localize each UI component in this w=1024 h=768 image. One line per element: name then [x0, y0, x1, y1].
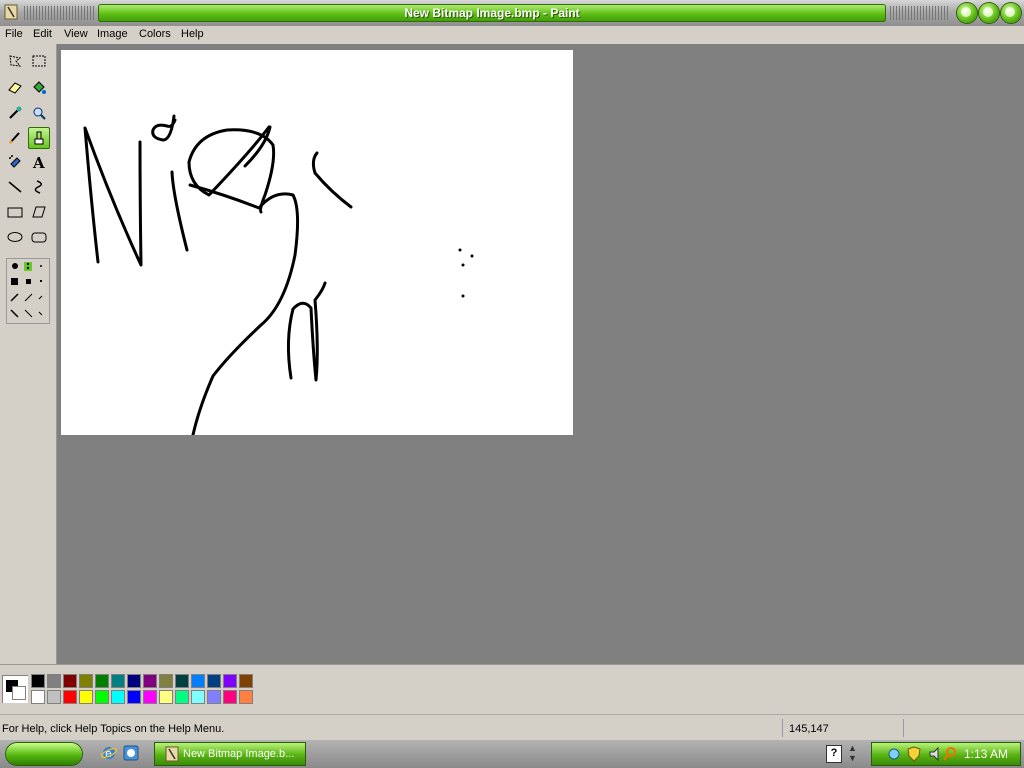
brush-shape-options-icon[interactable]	[7, 259, 49, 323]
color-swatch[interactable]	[79, 674, 93, 688]
status-divider	[782, 719, 783, 737]
title-bar[interactable]: New Bitmap Image.bmp - Paint	[0, 0, 1024, 26]
color-swatch[interactable]	[239, 674, 253, 688]
taskbar: e New Bitmap Image.b... ? ▲ ▼ 1:13 AM	[0, 740, 1024, 768]
ellipse-tool-icon[interactable]	[4, 226, 26, 248]
color-swatch[interactable]	[175, 674, 189, 688]
paint-app-icon[interactable]	[4, 4, 18, 20]
line-tool-icon[interactable]	[4, 176, 26, 198]
taskbar-paint-button[interactable]: New Bitmap Image.b...	[155, 743, 305, 765]
color-box	[0, 664, 1024, 715]
close-button[interactable]	[1001, 3, 1021, 23]
volume-icon[interactable]	[928, 746, 942, 762]
color-swatch[interactable]	[223, 674, 237, 688]
paint-task-icon	[165, 746, 179, 762]
color-swatch[interactable]	[95, 690, 109, 704]
color-swatch[interactable]	[127, 690, 141, 704]
canvas-drawing	[83, 114, 474, 437]
taskbar-paint-label: New Bitmap Image.b...	[183, 748, 295, 760]
free-form-select-tool-icon[interactable]	[4, 50, 26, 72]
status-bar: For Help, click Help Topics on the Help …	[0, 714, 1024, 741]
tool-box: A	[0, 44, 57, 664]
brush-options-panel[interactable]	[6, 258, 50, 324]
color-swatch[interactable]	[111, 690, 125, 704]
brush-tool-icon[interactable]	[28, 127, 50, 149]
menu-bar: File Edit View Image Colors Help	[0, 26, 1024, 44]
color-swatch[interactable]	[31, 690, 45, 704]
help-tray-icon[interactable]: ?	[826, 745, 842, 763]
polygon-tool-icon[interactable]	[28, 201, 50, 223]
current-colors[interactable]	[2, 675, 28, 703]
show-desktop-icon[interactable]	[122, 744, 140, 762]
menu-edit[interactable]: Edit	[33, 28, 52, 40]
color-swatch[interactable]	[159, 674, 173, 688]
network-icon[interactable]	[886, 746, 902, 762]
magnifier-tool-icon[interactable]	[28, 102, 50, 124]
color-swatch[interactable]	[143, 674, 157, 688]
color-swatch[interactable]	[143, 690, 157, 704]
minimize-button[interactable]	[957, 3, 977, 23]
tray-expand-icon[interactable]: ▲ ▼	[848, 743, 857, 763]
color-swatch[interactable]	[47, 690, 61, 704]
pencil-tool-icon[interactable]	[4, 127, 26, 149]
menu-help[interactable]: Help	[181, 28, 204, 40]
maximize-button[interactable]	[979, 3, 999, 23]
color-swatch[interactable]	[127, 674, 141, 688]
color-swatch[interactable]	[95, 674, 109, 688]
color-swatch[interactable]	[47, 674, 61, 688]
window-title: New Bitmap Image.bmp - Paint	[404, 6, 580, 20]
color-swatch[interactable]	[175, 690, 189, 704]
status-help-text: For Help, click Help Topics on the Help …	[2, 723, 225, 735]
status-divider	[903, 719, 904, 737]
color-swatch[interactable]	[191, 690, 205, 704]
color-swatch[interactable]	[63, 674, 77, 688]
color-swatch[interactable]	[111, 674, 125, 688]
color-swatch[interactable]	[191, 674, 205, 688]
menu-view[interactable]: View	[64, 28, 88, 40]
color-swatch[interactable]	[207, 690, 221, 704]
menu-image[interactable]: Image	[97, 28, 128, 40]
title-strip: New Bitmap Image.bmp - Paint	[98, 4, 886, 22]
color-swatch[interactable]	[223, 690, 237, 704]
title-grip	[24, 6, 94, 20]
text-tool-icon[interactable]: A	[28, 151, 50, 173]
internet-explorer-icon[interactable]: e	[100, 744, 118, 762]
menu-colors[interactable]: Colors	[139, 28, 171, 40]
status-coordinates: 145,147	[789, 723, 829, 735]
svg-text:A: A	[32, 154, 45, 170]
fill-tool-icon[interactable]	[28, 76, 50, 98]
search-tray-icon[interactable]	[942, 746, 958, 762]
title-grip-right	[890, 6, 950, 20]
color-swatch[interactable]	[239, 690, 253, 704]
airbrush-tool-icon[interactable]	[4, 151, 26, 173]
eraser-tool-icon[interactable]	[4, 76, 26, 98]
select-tool-icon[interactable]	[28, 50, 50, 72]
menu-file[interactable]: File	[5, 28, 23, 40]
pick-color-tool-icon[interactable]	[4, 102, 26, 124]
rectangle-tool-icon[interactable]	[4, 201, 26, 223]
curve-tool-icon[interactable]	[28, 176, 50, 198]
drawing-canvas[interactable]	[61, 50, 573, 437]
system-tray: 1:13 AM	[872, 743, 1020, 765]
color-swatch[interactable]	[207, 674, 221, 688]
start-button[interactable]	[6, 743, 82, 765]
clock[interactable]: 1:13 AM	[964, 747, 1008, 761]
color-swatch[interactable]	[79, 690, 93, 704]
color-swatch[interactable]	[159, 690, 173, 704]
rounded-rectangle-tool-icon[interactable]	[28, 226, 50, 248]
background-color[interactable]	[12, 686, 26, 700]
color-swatch[interactable]	[63, 690, 77, 704]
security-shield-icon[interactable]	[906, 746, 922, 762]
color-swatch[interactable]	[31, 674, 45, 688]
